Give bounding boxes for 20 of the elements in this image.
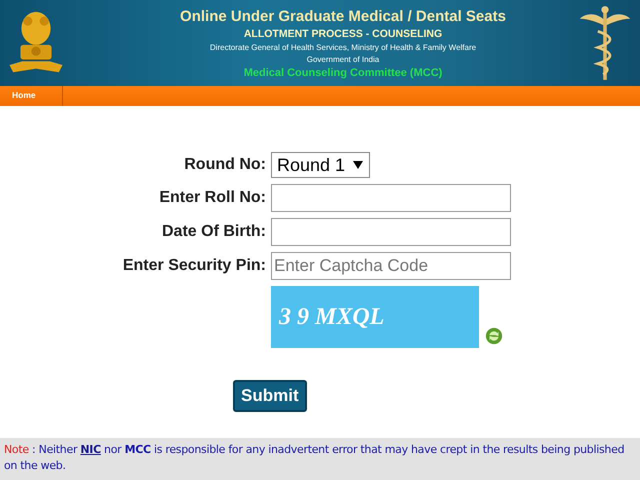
government-text: Government of India	[306, 54, 380, 64]
site-title: Online Under Graduate Medical / Dental Seats	[180, 8, 506, 24]
refresh-icon[interactable]	[485, 327, 503, 345]
caduceus-icon	[578, 3, 632, 83]
committee-text: Medical Counseling Committee (MCC)	[244, 66, 442, 78]
nic-link[interactable]: NIC	[80, 443, 101, 456]
input-field[interactable]: Enter Captcha Code	[271, 252, 511, 280]
field-label: Date Of Birth:	[161, 223, 266, 241]
site-subtitle: ALLOTMENT PROCESS - COUNSELING	[244, 28, 442, 40]
field-label: Enter Security Pin:	[122, 257, 266, 275]
submit-button[interactable]: Submit	[233, 380, 307, 412]
round-select[interactable]: Round 1	[271, 152, 370, 178]
captcha-image: 3 9 MXQL	[271, 286, 479, 348]
input-field[interactable]	[271, 184, 511, 212]
field-label: Round No:	[183, 156, 266, 174]
department-text: Directorate General of Health Services, Ministry of Health & Family Welfare	[210, 42, 476, 52]
disclaimer-note: Note : Neither NIC nor MCC is responsible for any inadvertent error that may have crept in the results being published on the web.	[4, 442, 626, 474]
field-label: Enter Roll No:	[158, 189, 266, 207]
caret-icon	[353, 161, 364, 169]
input-field[interactable]	[271, 218, 511, 246]
